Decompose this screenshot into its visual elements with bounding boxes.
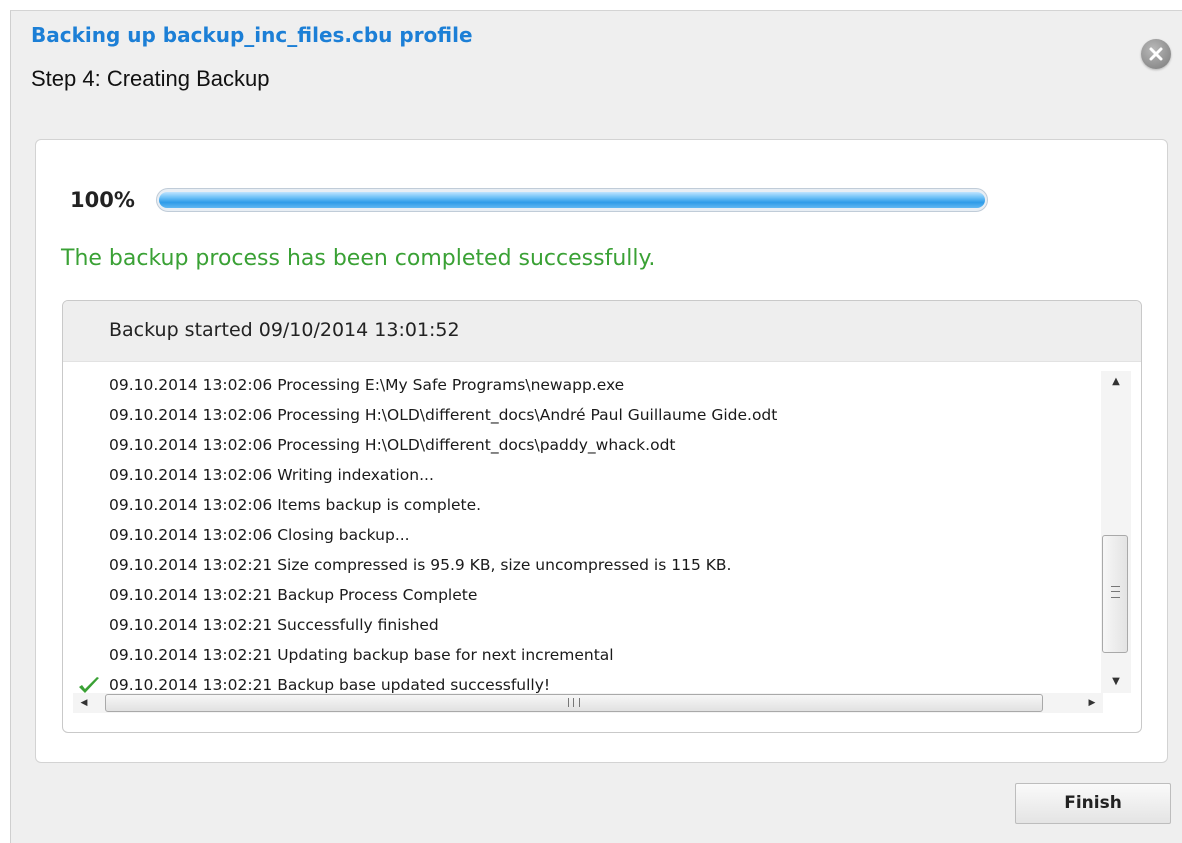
log-line: 09.10.2014 13:02:06 Items backup is comp… bbox=[63, 490, 1103, 520]
log-header: Backup started 09/10/2014 13:01:52 bbox=[63, 301, 1141, 362]
log-line-text: 09.10.2014 13:02:21 Updating backup base… bbox=[109, 646, 614, 664]
log-line: 09.10.2014 13:02:21 Successfully finishe… bbox=[63, 610, 1103, 640]
progress-panel: 100% The backup process has been complet… bbox=[35, 139, 1168, 763]
horizontal-scrollbar[interactable]: ◀ ▶ bbox=[73, 693, 1103, 713]
log-line-text: 09.10.2014 13:02:06 Processing H:\OLD\di… bbox=[109, 406, 778, 424]
close-icon bbox=[1149, 47, 1163, 61]
log-line-text: 09.10.2014 13:02:06 Writing indexation..… bbox=[109, 466, 434, 484]
vertical-scrollbar[interactable]: ▲ ▼ bbox=[1101, 371, 1131, 693]
log-header-text: Backup started 09/10/2014 13:01:52 bbox=[109, 319, 460, 341]
close-button[interactable] bbox=[1141, 39, 1171, 69]
log-line-text: 09.10.2014 13:02:21 Backup Process Compl… bbox=[109, 586, 478, 604]
backup-dialog: Backing up backup_inc_files.cbu profile … bbox=[10, 10, 1182, 843]
horizontal-scroll-thumb[interactable] bbox=[105, 694, 1043, 712]
progress-bar bbox=[156, 188, 988, 212]
vertical-scroll-thumb[interactable] bbox=[1102, 535, 1128, 653]
log-line-text: 09.10.2014 13:02:21 Backup base updated … bbox=[109, 676, 551, 694]
scroll-right-icon[interactable]: ▶ bbox=[1081, 693, 1103, 713]
grip-icon bbox=[1111, 586, 1120, 598]
log-line: 09.10.2014 13:02:06 Writing indexation..… bbox=[63, 460, 1103, 490]
log-line-text: 09.10.2014 13:02:21 Size compressed is 9… bbox=[109, 556, 732, 574]
log-list: 09.10.2014 13:02:06 Processing E:\My Saf… bbox=[63, 370, 1103, 700]
step-title: Step 4: Creating Backup bbox=[31, 66, 270, 91]
log-line: 09.10.2014 13:02:21 Updating backup base… bbox=[63, 640, 1103, 670]
scroll-down-icon[interactable]: ▼ bbox=[1101, 671, 1131, 693]
log-line: 09.10.2014 13:02:06 Processing H:\OLD\di… bbox=[63, 400, 1103, 430]
log-line-text: 09.10.2014 13:02:06 Processing H:\OLD\di… bbox=[109, 436, 676, 454]
log-line: 09.10.2014 13:02:06 Processing E:\My Saf… bbox=[63, 370, 1103, 400]
progress-bar-fill bbox=[159, 192, 985, 208]
status-message: The backup process has been completed su… bbox=[61, 246, 656, 271]
finish-button[interactable]: Finish bbox=[1015, 783, 1171, 824]
grip-icon bbox=[568, 698, 580, 707]
log-line-text: 09.10.2014 13:02:06 Processing E:\My Saf… bbox=[109, 376, 625, 394]
progress-percent-label: 100% bbox=[70, 188, 135, 212]
scroll-up-icon[interactable]: ▲ bbox=[1101, 371, 1131, 393]
log-panel[interactable]: Backup started 09/10/2014 13:01:52 09.10… bbox=[62, 300, 1142, 733]
scroll-left-icon[interactable]: ◀ bbox=[73, 693, 95, 713]
log-line: 09.10.2014 13:02:21 Size compressed is 9… bbox=[63, 550, 1103, 580]
log-line: 09.10.2014 13:02:21 Backup Process Compl… bbox=[63, 580, 1103, 610]
dialog-title: Backing up backup_inc_files.cbu profile bbox=[31, 23, 473, 47]
log-line-text: 09.10.2014 13:02:06 Items backup is comp… bbox=[109, 496, 482, 514]
log-line: 09.10.2014 13:02:06 Closing backup... bbox=[63, 520, 1103, 550]
log-line: 09.10.2014 13:02:06 Processing H:\OLD\di… bbox=[63, 430, 1103, 460]
log-line-text: 09.10.2014 13:02:21 Successfully finishe… bbox=[109, 616, 439, 634]
log-line-text: 09.10.2014 13:02:06 Closing backup... bbox=[109, 526, 410, 544]
